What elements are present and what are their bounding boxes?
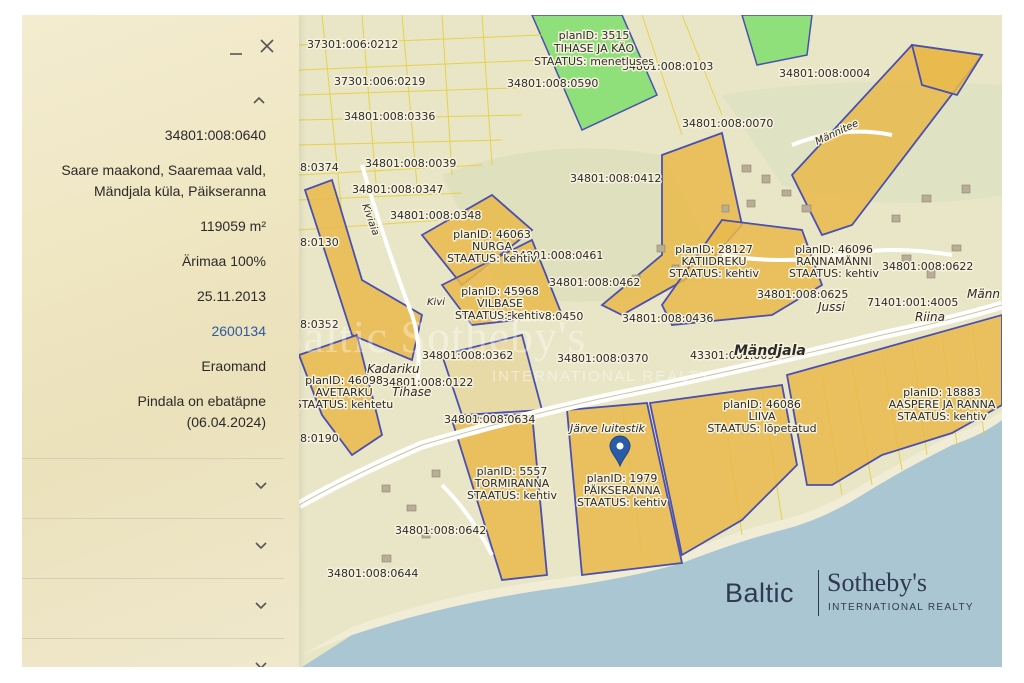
place-label: Männ (967, 287, 1000, 301)
place-label: Tihase (392, 385, 431, 399)
parcel-label: 34801:008:0070 (682, 117, 773, 130)
place-label: Kadariku (367, 362, 420, 376)
parcel-label: 34801:008:0634 (444, 413, 535, 426)
place-label: Kivi (427, 297, 445, 308)
parcel-label: 34801:008:0642 (395, 524, 486, 537)
address: Saare maakond, Saaremaa vald, Mändjala k… (22, 160, 266, 202)
place-label: Jussi (816, 300, 846, 314)
parcel-label: 34801:008:0347 (352, 183, 443, 196)
parcel-label: 34801:008:0462 (549, 276, 640, 289)
collapsed-section[interactable] (22, 458, 284, 518)
parcel-label: 71401:001:4005 (867, 296, 958, 309)
minimize-icon[interactable] (225, 39, 247, 61)
logo-divider (818, 570, 819, 616)
info-panel: 34801:008:0640 Saare maakond, Saaremaa v… (22, 15, 299, 667)
plan-label-id: planID: 3515 (559, 29, 630, 42)
parcel-label: 34801:008:0336 (344, 110, 435, 123)
parcel-label: 34801:008:0436 (622, 312, 713, 325)
plan-label-status: STAATUS: menetluses (534, 55, 654, 68)
parcel-label: 8:0190 (300, 432, 339, 445)
logo-brand: Baltic (725, 578, 795, 608)
registry-link[interactable]: 2600134 (22, 321, 266, 342)
chevron-up-icon[interactable] (248, 90, 270, 112)
watermark-sub: INTERNATIONAL REALTY (492, 368, 712, 385)
close-icon[interactable] (256, 36, 278, 58)
plan-label-name: TIHASE JA KÄO (553, 42, 635, 55)
plan-label-status: STAATUS: kehtetu (295, 398, 393, 411)
parcel-label: 34801:008:0348 (390, 209, 481, 222)
logo-name: Sotheby's (827, 568, 928, 597)
plan-label-status: STAATUS: kehtiv (467, 489, 557, 502)
parcel-label: 34801:008:0412 (570, 172, 661, 185)
parcel-details: 34801:008:0640 Saare maakond, Saaremaa v… (22, 125, 266, 447)
collapsed-section[interactable] (22, 638, 284, 667)
parcel-area: 119059 m² (200, 218, 266, 234)
map-frame: 37301:006:0212 37301:006:0219 34801:008:… (22, 15, 1002, 667)
parcel-label: 34801:008:0004 (779, 67, 870, 80)
parcel-label: 37301:006:0219 (334, 75, 425, 88)
chevron-down-icon[interactable] (254, 659, 268, 667)
parcel-label: 8:0374 (300, 161, 339, 174)
plan-label-status: STAATUS: kehtiv (669, 267, 759, 280)
parcel-label: 34801:008:0039 (365, 157, 456, 170)
parcel-label: 34801:008:0622 (882, 260, 973, 273)
collapsed-section[interactable] (22, 578, 284, 638)
address-line: Mändjala küla, Päikseranna (94, 183, 266, 199)
place-label: Mändjala (734, 343, 806, 359)
parcel-label: 37301:006:0212 (307, 38, 398, 51)
collapsed-section[interactable] (22, 518, 284, 578)
area-note: Pindala on ebatäpne (06.04.2024) (22, 391, 266, 433)
place-label: Riina (915, 310, 945, 324)
parcel-label: 34801:008:0644 (327, 567, 418, 580)
address-line: Saare maakond, Saaremaa vald, (61, 162, 266, 178)
land-purpose: Ärimaa 100% (181, 253, 266, 269)
plan-label-status: STAATUS: kehtiv (447, 252, 537, 265)
area-note-line: Pindala on ebatäpne (137, 393, 266, 409)
chevron-down-icon[interactable] (254, 479, 268, 493)
watermark: Baltic Sotheby's (272, 311, 587, 362)
logo-tagline: INTERNATIONAL REALTY (828, 602, 974, 613)
parcel-label: 8:0130 (300, 236, 339, 249)
chevron-down-icon[interactable] (254, 599, 268, 613)
ownership-type: Eraomand (201, 358, 266, 374)
plan-label-status: STAATUS: kehtiv (897, 410, 987, 423)
plan-label-status: STAATUS: kehtiv (577, 496, 667, 509)
brand-logo: Baltic Sotheby's INTERNATIONAL REALTY (725, 568, 985, 620)
place-label: Järve luitestik (568, 422, 646, 435)
plan-label-status: STAATUS: lõpetatud (707, 422, 816, 435)
parcel-label: 34801:008:0590 (507, 77, 598, 90)
area-note-line: (06.04.2024) (186, 414, 266, 430)
plan-label-status: STAATUS: kehtiv (789, 267, 879, 280)
cadastral-code: 34801:008:0640 (164, 127, 266, 143)
chevron-down-icon[interactable] (254, 539, 268, 553)
registration-date: 25.11.2013 (196, 288, 266, 304)
